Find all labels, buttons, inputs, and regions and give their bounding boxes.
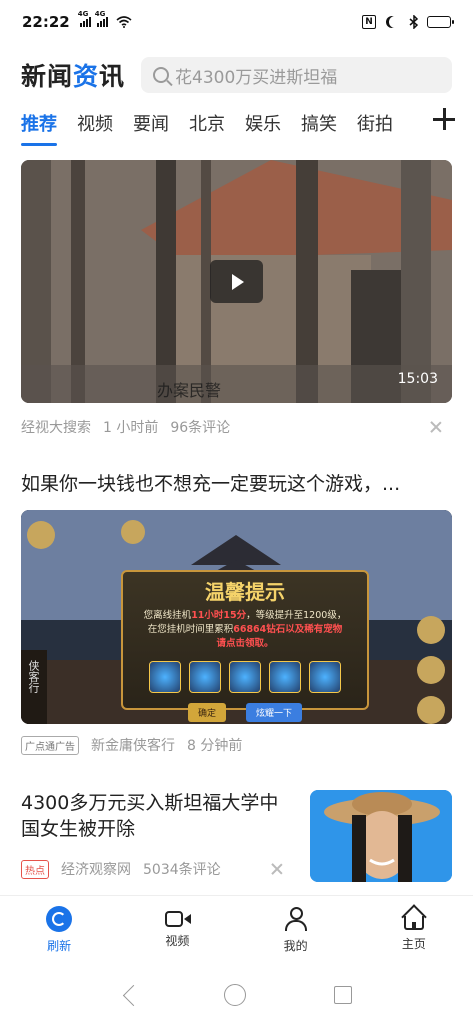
dismiss-icon[interactable]: [430, 421, 442, 433]
nav-label: 主页: [401, 937, 426, 951]
reward-icon: [229, 661, 261, 693]
nav-label: 我的: [283, 939, 308, 953]
search-bar[interactable]: 花4300万买进斯坦福: [141, 57, 452, 93]
hot-tag: 热点: [21, 859, 49, 879]
do-not-disturb-icon: [389, 16, 401, 28]
nav-label: 视频: [165, 934, 190, 948]
app-logo: 新闻资讯: [21, 62, 126, 91]
game-watermark: 侠客行: [27, 660, 40, 693]
reward-icon: [309, 661, 341, 693]
video-duration: 15:03: [397, 371, 438, 387]
nav-label: 刷新: [47, 939, 72, 953]
signal-label-1: 4G: [77, 10, 89, 18]
reward-icon: [189, 661, 221, 693]
signal-label-2: 4G: [94, 10, 106, 18]
add-tab-icon[interactable]: [433, 108, 455, 130]
nfc-icon: N: [362, 15, 376, 29]
nav-video[interactable]: 视频: [118, 896, 236, 965]
video-comments: 96条评论: [170, 420, 231, 436]
tab-recommend[interactable]: 推荐: [21, 110, 57, 146]
bluetooth-icon: [409, 15, 419, 29]
video-subtitle: 办案民警: [157, 381, 222, 400]
ad-headline[interactable]: 如果你一块钱也不想充一定要玩这个游戏，...: [21, 471, 452, 497]
battery-icon: [427, 16, 454, 28]
home-button-icon[interactable]: [223, 983, 246, 1006]
nav-refresh[interactable]: 刷新: [0, 896, 118, 965]
popup-rewards: [123, 661, 367, 693]
status-time: 22:22: [22, 13, 70, 31]
tab-headlines[interactable]: 要闻: [133, 110, 169, 136]
cell-signal-icon: 4G: [78, 10, 91, 27]
ad-meta: 广点通广告 新金庸侠客行 8 分钟前: [21, 735, 452, 755]
refresh-icon: [46, 906, 73, 932]
news-thumbnail[interactable]: [310, 790, 452, 882]
video-meta: 经视大搜索 1 小时前 96条评论: [21, 417, 452, 437]
video-icon: [165, 911, 192, 927]
video-time: 1 小时前: [103, 420, 159, 436]
home-icon: [403, 916, 424, 930]
status-right: N: [362, 15, 454, 29]
news-meta: 热点 经济观察网 5034条评论: [21, 859, 283, 879]
bottom-nav: 刷新 视频 我的 主页: [0, 895, 473, 965]
tab-entertainment[interactable]: 娱乐: [245, 110, 281, 136]
system-nav-bar: [0, 965, 473, 1024]
cell-signal-icon: 4G: [95, 10, 108, 27]
tab-funny[interactable]: 搞笑: [301, 110, 337, 136]
tab-beijing[interactable]: 北京: [189, 110, 225, 136]
status-bar: 22:22 4G 4G N: [0, 0, 473, 44]
play-icon[interactable]: [210, 260, 263, 303]
reward-icon: [269, 661, 301, 693]
ad-image[interactable]: 侠客行 温馨提示 您离线挂机11小时15分，等级提升至1200级， 在您挂机时间…: [21, 510, 452, 724]
news-thumbnail-image: [310, 790, 452, 882]
nav-home[interactable]: 主页: [355, 896, 473, 965]
ad-time: 8 分钟前: [187, 738, 243, 754]
news-comments: 5034条评论: [143, 862, 221, 878]
tab-video[interactable]: 视频: [77, 110, 113, 136]
video-thumbnail[interactable]: 办案民警 15:03: [21, 160, 452, 403]
ad-source: 新金庸侠客行: [91, 738, 175, 754]
app-header: 新闻资讯 花4300万买进斯坦福: [21, 56, 452, 94]
popup-buttons: 确定 炫耀一下: [123, 703, 367, 722]
ad-tag: 广点通广告: [21, 735, 79, 755]
recent-apps-icon[interactable]: [333, 985, 352, 1004]
user-icon: [283, 906, 309, 932]
tab-street-photo[interactable]: 街拍: [357, 110, 393, 136]
search-placeholder: 花4300万买进斯坦福: [175, 67, 338, 88]
dismiss-icon[interactable]: [271, 863, 283, 875]
category-tabs: 推荐 视频 要闻 北京 娱乐 搞笑 街拍: [21, 108, 473, 146]
reward-icon: [149, 661, 181, 693]
popup-confirm-button: 确定: [187, 703, 226, 722]
popup-title: 温馨提示: [205, 580, 285, 604]
popup-text: 您离线挂机11小时15分，等级提升至1200级， 在您挂机时间里累积66864钻…: [143, 610, 347, 649]
search-icon: [153, 67, 170, 83]
wifi-icon: [116, 16, 132, 28]
video-source: 经视大搜索: [21, 420, 91, 436]
news-source: 经济观察网: [61, 862, 131, 878]
game-popup: 温馨提示 您离线挂机11小时15分，等级提升至1200级， 在您挂机时间里累积6…: [121, 570, 369, 722]
nav-me[interactable]: 我的: [237, 896, 355, 965]
popup-share-button: 炫耀一下: [246, 703, 303, 722]
news-headline[interactable]: 4300多万元买入斯坦福大学中国女生被开除: [21, 790, 291, 842]
